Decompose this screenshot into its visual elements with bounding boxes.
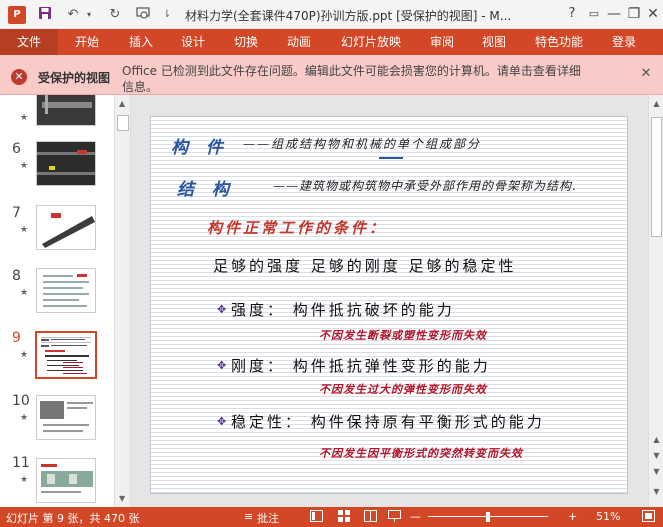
sign-in-link[interactable]: 登录: [612, 29, 636, 55]
powerpoint-app-icon: P: [8, 6, 26, 24]
undo-dropdown-icon[interactable]: ▾: [80, 6, 98, 24]
status-bar: 幻灯片 第 9 张，共 470 张 ≡ 批注 — + 51%: [0, 507, 663, 527]
item-stability-note: 不因发生因平衡形式的突然转变而失效: [319, 447, 523, 460]
fit-slide-icon[interactable]: [642, 510, 655, 525]
current-slide[interactable]: 构 件 ——组成结构物和机械的单个组成部分 结 构 ——建筑物或构筑物中承受外部…: [150, 116, 628, 494]
slide-scrollbar[interactable]: ▲ ▲ ▼ ▼ ▼: [648, 95, 663, 507]
start-slideshow-icon[interactable]: [134, 6, 152, 24]
scroll-up-icon[interactable]: ▲: [651, 99, 662, 108]
slide-number: 9: [12, 330, 21, 346]
zoom-out-icon[interactable]: —: [410, 510, 421, 523]
slide-thumbnail-7[interactable]: [36, 205, 96, 250]
minimize-button[interactable]: —: [604, 4, 624, 24]
item-stiffness-note: 不因发生过大的弹性变形而失效: [319, 383, 487, 396]
redo-icon[interactable]: ↻: [106, 6, 124, 24]
tab-home[interactable]: 开始: [75, 29, 99, 55]
slide-thumbnail-10[interactable]: [36, 395, 96, 440]
animation-star-icon: ★: [20, 350, 29, 360]
help-button[interactable]: ?: [562, 4, 582, 24]
ribbon-display-options-icon[interactable]: ▭: [584, 4, 604, 24]
slide-scrollbar-thumb[interactable]: [651, 117, 662, 237]
next-slide-icon[interactable]: ▼: [651, 467, 662, 476]
term-structure: 结 构: [177, 180, 235, 200]
save-icon[interactable]: [36, 6, 54, 24]
zoom-in-icon[interactable]: +: [568, 510, 577, 523]
slide-number: 11: [12, 455, 30, 471]
zoom-slider-thumb[interactable]: [486, 512, 490, 522]
tab-design[interactable]: 设计: [181, 29, 205, 55]
slide-thumbnail-9-selected[interactable]: [35, 331, 97, 379]
slide-count-status: 幻灯片 第 9 张，共 470 张: [6, 512, 140, 525]
tab-transitions[interactable]: 切换: [234, 29, 258, 55]
animation-star-icon: ★: [20, 475, 29, 485]
slide-thumbnail-8[interactable]: [36, 268, 96, 313]
scroll-down-icon[interactable]: ▼: [651, 451, 662, 460]
thumbnail-scrollbar[interactable]: ▲ ▼: [115, 95, 131, 507]
tab-file[interactable]: 文件: [0, 29, 58, 55]
bullet-icon: ✥: [217, 359, 227, 372]
window-title: 材料力学(全套课件470P)孙训方版.ppt [受保护的视图] - M...: [185, 9, 512, 23]
slide-thumbnail-6[interactable]: [36, 141, 96, 186]
bullet-icon: ✥: [217, 415, 227, 428]
term-component-definition: ——组成结构物和机械的单个组成部分: [243, 137, 482, 151]
slide-thumbnail-11[interactable]: [36, 458, 96, 503]
previous-slide-icon[interactable]: ▲: [651, 435, 662, 444]
slide-sorter-view-icon[interactable]: [338, 510, 351, 525]
item-strength: 强度： 构件抵抗破坏的能力: [231, 301, 455, 319]
condition-heading: 构件正常工作的条件：: [207, 219, 388, 237]
protected-view-message[interactable]: Office 已检测到此文件存在问题。编辑此文件可能会损害您的计算机。请单击查看…: [122, 63, 592, 95]
title-bar: P ↶ ▾ ↻ ⇂ 材料力学(全套课件470P)孙训方版.ppt [受保护的视图…: [0, 0, 663, 29]
slide-number: 8: [12, 268, 21, 284]
tab-review[interactable]: 审阅: [430, 29, 454, 55]
animation-star-icon: ★: [20, 413, 29, 423]
item-stability: 稳定性： 构件保持原有平衡形式的能力: [231, 413, 545, 431]
item-stiffness: 刚度： 构件抵抗弹性变形的能力: [231, 357, 491, 375]
scroll-down-icon[interactable]: ▼: [651, 487, 662, 496]
item-strength-note: 不因发生断裂或塑性变形而失效: [319, 329, 487, 342]
slide-number: 6: [12, 141, 21, 157]
restore-button[interactable]: ❐: [624, 4, 644, 24]
notes-button[interactable]: 批注: [257, 510, 279, 526]
tab-insert[interactable]: 插入: [129, 29, 153, 55]
scroll-down-icon[interactable]: ▼: [119, 494, 125, 503]
term-component: 构 件: [171, 138, 229, 158]
tab-animations[interactable]: 动画: [287, 29, 311, 55]
protected-view-label: 受保护的视图: [38, 71, 111, 85]
animation-star-icon: ★: [20, 161, 29, 171]
shield-warning-icon: ✕: [11, 69, 27, 85]
customize-toolbar-icon[interactable]: ⇂: [158, 6, 176, 24]
close-icon[interactable]: ✕: [639, 67, 653, 81]
normal-view-icon[interactable]: [310, 510, 323, 525]
slide-number: 10: [12, 393, 30, 409]
animation-star-icon: ★: [20, 225, 29, 235]
zoom-level[interactable]: 51%: [596, 510, 620, 523]
slide-thumbnail-panel[interactable]: ★ 6 ★ 7 ★ 8 ★ 9 ★ 10 ★ 11 ★: [0, 95, 115, 507]
protected-view-bar: ✕ 受保护的视图 Office 已检测到此文件存在问题。编辑此文件可能会损害您的…: [0, 55, 663, 95]
reading-view-icon[interactable]: [364, 510, 377, 525]
slideshow-view-icon[interactable]: [388, 510, 401, 525]
close-button[interactable]: ✕: [643, 4, 663, 24]
slide-editor-area: 构 件 ——组成结构物和机械的单个组成部分 结 构 ——建筑物或构筑物中承受外部…: [131, 95, 648, 507]
scroll-up-icon[interactable]: ▲: [119, 99, 125, 108]
bullet-icon: ✥: [217, 303, 227, 316]
three-requirements: 足够的强度 足够的刚度 足够的稳定性: [213, 257, 517, 275]
thumbnail-scrollbar-thumb[interactable]: [117, 115, 129, 131]
slide-number: 7: [12, 205, 21, 221]
ribbon-tabs: 文件 开始 插入 设计 切换 动画 幻灯片放映 审阅 视图 特色功能 登录: [0, 29, 663, 55]
tab-slideshow[interactable]: 幻灯片放映: [341, 29, 401, 55]
decorative-underline: [379, 157, 403, 159]
tab-view[interactable]: 视图: [482, 29, 506, 55]
term-structure-definition: ——建筑物或构筑物中承受外部作用的骨架称为结构.: [273, 179, 577, 193]
animation-star-icon: ★: [20, 113, 29, 123]
tab-special-features[interactable]: 特色功能: [535, 29, 583, 55]
animation-star-icon: ★: [20, 288, 29, 298]
notes-icon[interactable]: ≡: [244, 510, 253, 523]
slide-thumbnail-5[interactable]: [36, 95, 96, 126]
